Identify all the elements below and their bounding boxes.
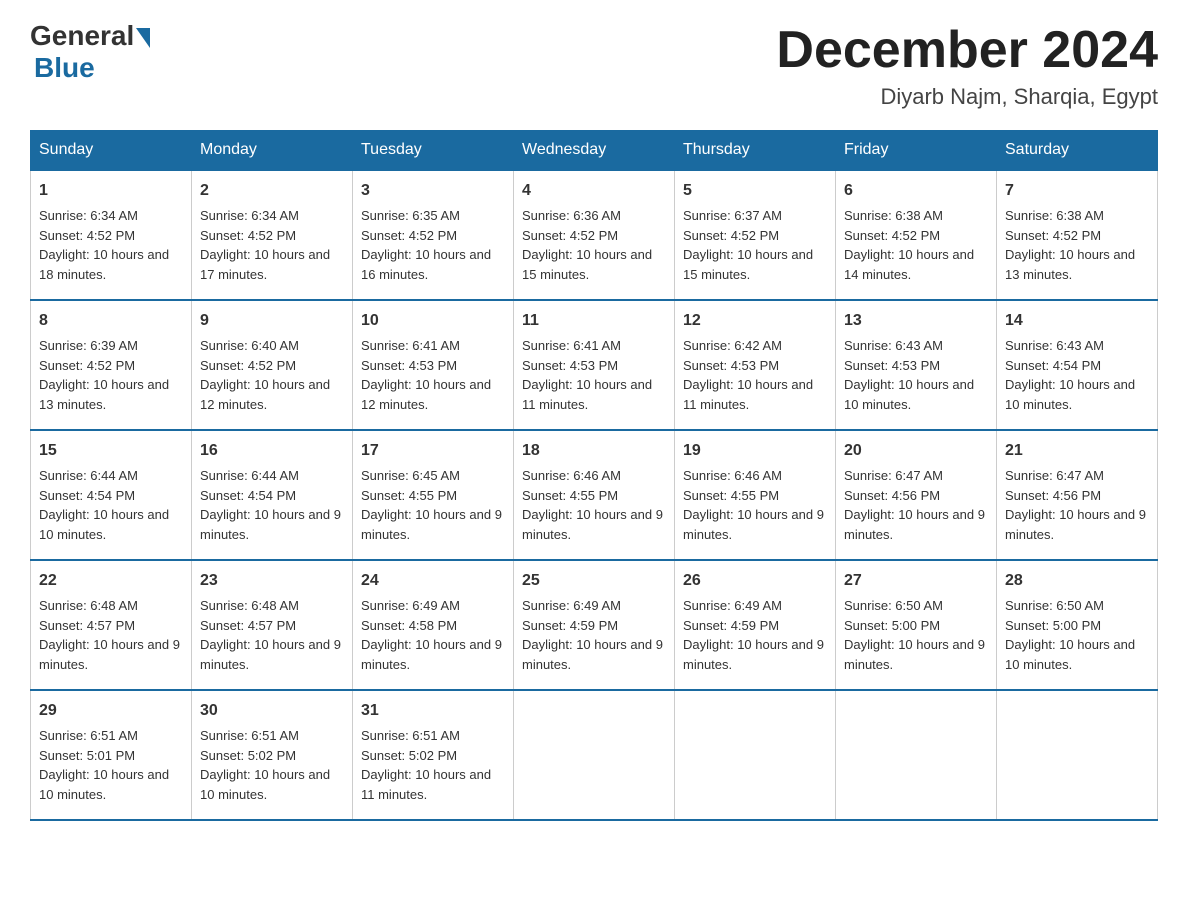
calendar-week-5: 29Sunrise: 6:51 AMSunset: 5:01 PMDayligh… xyxy=(31,690,1158,820)
calendar-cell xyxy=(836,690,997,820)
calendar-cell: 30Sunrise: 6:51 AMSunset: 5:02 PMDayligh… xyxy=(192,690,353,820)
page-header: General Blue December 2024 Diyarb Najm, … xyxy=(30,20,1158,110)
calendar-cell: 10Sunrise: 6:41 AMSunset: 4:53 PMDayligh… xyxy=(353,300,514,430)
calendar-cell: 9Sunrise: 6:40 AMSunset: 4:52 PMDaylight… xyxy=(192,300,353,430)
month-title: December 2024 xyxy=(776,20,1158,80)
day-number: 15 xyxy=(39,439,183,463)
header-saturday: Saturday xyxy=(997,131,1158,171)
calendar-cell: 14Sunrise: 6:43 AMSunset: 4:54 PMDayligh… xyxy=(997,300,1158,430)
header-friday: Friday xyxy=(836,131,997,171)
calendar-cell: 21Sunrise: 6:47 AMSunset: 4:56 PMDayligh… xyxy=(997,430,1158,560)
logo-arrow-icon xyxy=(136,28,150,48)
calendar-cell: 26Sunrise: 6:49 AMSunset: 4:59 PMDayligh… xyxy=(675,560,836,690)
calendar-week-1: 1Sunrise: 6:34 AMSunset: 4:52 PMDaylight… xyxy=(31,170,1158,300)
calendar-cell: 15Sunrise: 6:44 AMSunset: 4:54 PMDayligh… xyxy=(31,430,192,560)
calendar-cell: 31Sunrise: 6:51 AMSunset: 5:02 PMDayligh… xyxy=(353,690,514,820)
calendar-cell: 2Sunrise: 6:34 AMSunset: 4:52 PMDaylight… xyxy=(192,170,353,300)
day-number: 12 xyxy=(683,309,827,333)
day-number: 11 xyxy=(522,309,666,333)
calendar-week-3: 15Sunrise: 6:44 AMSunset: 4:54 PMDayligh… xyxy=(31,430,1158,560)
day-number: 24 xyxy=(361,569,505,593)
day-number: 9 xyxy=(200,309,344,333)
calendar-cell: 19Sunrise: 6:46 AMSunset: 4:55 PMDayligh… xyxy=(675,430,836,560)
day-number: 29 xyxy=(39,699,183,723)
day-number: 14 xyxy=(1005,309,1149,333)
day-number: 8 xyxy=(39,309,183,333)
calendar-cell: 28Sunrise: 6:50 AMSunset: 5:00 PMDayligh… xyxy=(997,560,1158,690)
day-number: 6 xyxy=(844,179,988,203)
header-thursday: Thursday xyxy=(675,131,836,171)
calendar-cell xyxy=(514,690,675,820)
calendar-week-4: 22Sunrise: 6:48 AMSunset: 4:57 PMDayligh… xyxy=(31,560,1158,690)
calendar-cell: 20Sunrise: 6:47 AMSunset: 4:56 PMDayligh… xyxy=(836,430,997,560)
header-monday: Monday xyxy=(192,131,353,171)
day-number: 2 xyxy=(200,179,344,203)
calendar-cell xyxy=(997,690,1158,820)
title-section: December 2024 Diyarb Najm, Sharqia, Egyp… xyxy=(776,20,1158,110)
calendar-cell: 25Sunrise: 6:49 AMSunset: 4:59 PMDayligh… xyxy=(514,560,675,690)
calendar-cell: 13Sunrise: 6:43 AMSunset: 4:53 PMDayligh… xyxy=(836,300,997,430)
header-sunday: Sunday xyxy=(31,131,192,171)
day-number: 22 xyxy=(39,569,183,593)
day-number: 18 xyxy=(522,439,666,463)
day-number: 5 xyxy=(683,179,827,203)
day-number: 27 xyxy=(844,569,988,593)
calendar-cell: 24Sunrise: 6:49 AMSunset: 4:58 PMDayligh… xyxy=(353,560,514,690)
day-number: 1 xyxy=(39,179,183,203)
calendar-cell: 16Sunrise: 6:44 AMSunset: 4:54 PMDayligh… xyxy=(192,430,353,560)
calendar-cell: 29Sunrise: 6:51 AMSunset: 5:01 PMDayligh… xyxy=(31,690,192,820)
header-wednesday: Wednesday xyxy=(514,131,675,171)
calendar-cell xyxy=(675,690,836,820)
header-tuesday: Tuesday xyxy=(353,131,514,171)
calendar-cell: 1Sunrise: 6:34 AMSunset: 4:52 PMDaylight… xyxy=(31,170,192,300)
location-text: Diyarb Najm, Sharqia, Egypt xyxy=(776,84,1158,110)
day-number: 28 xyxy=(1005,569,1149,593)
calendar-cell: 7Sunrise: 6:38 AMSunset: 4:52 PMDaylight… xyxy=(997,170,1158,300)
day-number: 30 xyxy=(200,699,344,723)
day-number: 20 xyxy=(844,439,988,463)
day-number: 26 xyxy=(683,569,827,593)
logo: General Blue xyxy=(30,20,150,84)
day-number: 4 xyxy=(522,179,666,203)
day-number: 25 xyxy=(522,569,666,593)
calendar-cell: 3Sunrise: 6:35 AMSunset: 4:52 PMDaylight… xyxy=(353,170,514,300)
day-number: 3 xyxy=(361,179,505,203)
calendar-cell: 23Sunrise: 6:48 AMSunset: 4:57 PMDayligh… xyxy=(192,560,353,690)
calendar-cell: 18Sunrise: 6:46 AMSunset: 4:55 PMDayligh… xyxy=(514,430,675,560)
calendar-table: SundayMondayTuesdayWednesdayThursdayFrid… xyxy=(30,130,1158,821)
day-number: 21 xyxy=(1005,439,1149,463)
day-number: 7 xyxy=(1005,179,1149,203)
day-number: 10 xyxy=(361,309,505,333)
day-number: 16 xyxy=(200,439,344,463)
calendar-cell: 27Sunrise: 6:50 AMSunset: 5:00 PMDayligh… xyxy=(836,560,997,690)
day-number: 17 xyxy=(361,439,505,463)
calendar-cell: 5Sunrise: 6:37 AMSunset: 4:52 PMDaylight… xyxy=(675,170,836,300)
calendar-cell: 4Sunrise: 6:36 AMSunset: 4:52 PMDaylight… xyxy=(514,170,675,300)
day-number: 19 xyxy=(683,439,827,463)
calendar-header-row: SundayMondayTuesdayWednesdayThursdayFrid… xyxy=(31,131,1158,171)
calendar-cell: 8Sunrise: 6:39 AMSunset: 4:52 PMDaylight… xyxy=(31,300,192,430)
calendar-week-2: 8Sunrise: 6:39 AMSunset: 4:52 PMDaylight… xyxy=(31,300,1158,430)
calendar-cell: 11Sunrise: 6:41 AMSunset: 4:53 PMDayligh… xyxy=(514,300,675,430)
calendar-cell: 12Sunrise: 6:42 AMSunset: 4:53 PMDayligh… xyxy=(675,300,836,430)
day-number: 13 xyxy=(844,309,988,333)
calendar-cell: 6Sunrise: 6:38 AMSunset: 4:52 PMDaylight… xyxy=(836,170,997,300)
logo-blue-text: Blue xyxy=(34,52,95,84)
day-number: 31 xyxy=(361,699,505,723)
day-number: 23 xyxy=(200,569,344,593)
calendar-cell: 17Sunrise: 6:45 AMSunset: 4:55 PMDayligh… xyxy=(353,430,514,560)
calendar-cell: 22Sunrise: 6:48 AMSunset: 4:57 PMDayligh… xyxy=(31,560,192,690)
logo-general-text: General xyxy=(30,20,134,52)
